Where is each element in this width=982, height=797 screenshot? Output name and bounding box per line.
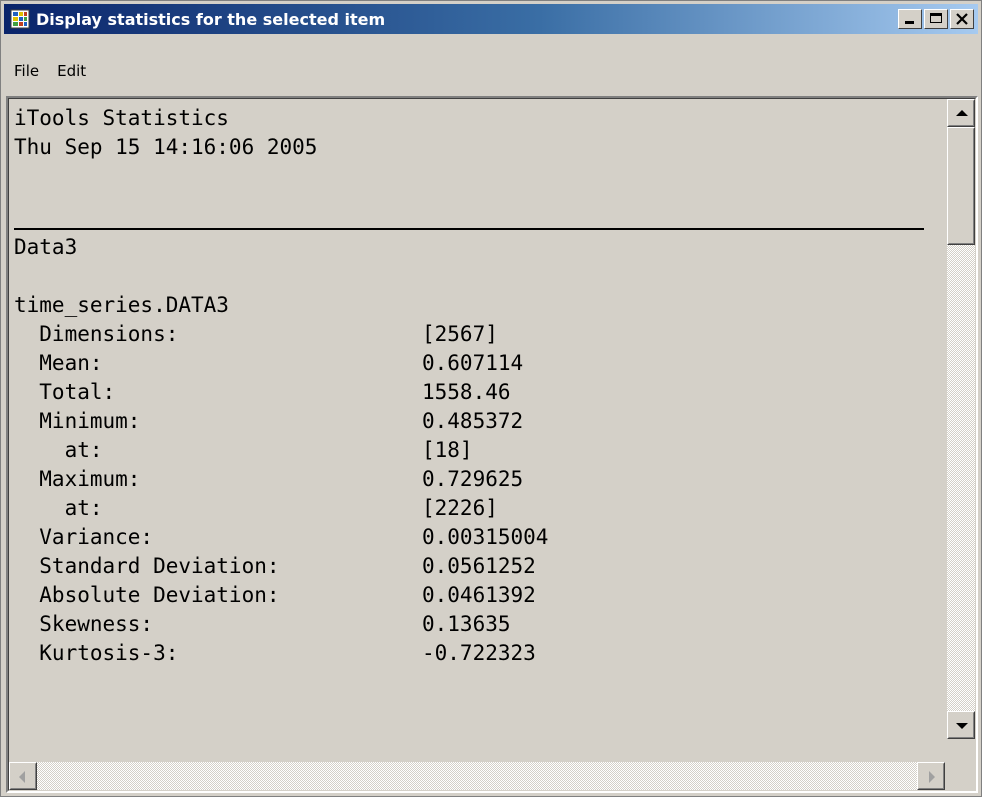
item-name: Data3 [14,235,78,259]
app-icon[interactable] [10,9,30,29]
statistics-text-area[interactable]: iTools Statistics Thu Sep 15 14:16:06 20… [6,96,978,793]
stat-row: at: [2226] [14,494,934,523]
window-controls [898,9,974,29]
stat-value: 0.0561252 [422,554,536,578]
stat-label: at: [14,496,103,520]
stat-row: at: [18] [14,436,934,465]
scrollbar-corner [947,762,975,790]
statistics-content[interactable]: iTools Statistics Thu Sep 15 14:16:06 20… [14,104,934,746]
close-icon [956,13,968,25]
statistics-window: Display statistics for the selected item… [0,0,982,797]
horizontal-scrollbar[interactable] [9,762,945,790]
stat-row: Variance: 0.00315004 [14,523,934,552]
stat-row: Maximum: 0.729625 [14,465,934,494]
stat-value: 0.13635 [422,612,511,636]
vertical-scroll-thumb[interactable] [947,127,975,245]
scroll-up-button[interactable] [947,99,975,127]
stat-value: 0.485372 [422,409,524,433]
stat-value: [2226] [422,496,498,520]
stat-value: -0.722323 [422,641,536,665]
stat-label: at: [14,438,103,462]
arrow-down-icon [956,723,968,729]
stat-value: 0.729625 [422,467,524,491]
stat-row: Absolute Deviation: 0.0461392 [14,581,934,610]
scroll-right-button[interactable] [917,762,945,790]
stat-label: Kurtosis-3: [14,641,179,665]
stat-label: Mean: [14,351,103,375]
stat-value: [2567] [422,322,498,346]
stat-value: 1558.46 [422,380,511,404]
stat-label: Absolute Deviation: [14,583,280,607]
stat-row: Kurtosis-3: -0.722323 [14,639,934,668]
stat-value: 0.607114 [422,351,524,375]
maximize-icon [930,13,942,23]
separator-line [14,228,924,230]
minimize-icon [905,21,914,24]
scroll-down-button[interactable] [947,711,975,739]
series-name: time_series.DATA3 [14,293,229,317]
stat-label: Maximum: [14,467,141,491]
stat-value: 0.00315004 [422,525,549,549]
arrow-right-icon [929,771,935,783]
window-title: Display statistics for the selected item [36,9,386,29]
stat-value: [18] [422,438,473,462]
stat-row: Total: 1558.46 [14,378,934,407]
arrow-up-icon [956,110,968,116]
stat-label: Skewness: [14,612,154,636]
menu-file[interactable]: File [4,62,47,80]
minimize-button[interactable] [898,9,922,29]
title-bar[interactable]: Display statistics for the selected item [4,4,978,34]
stat-row: Standard Deviation: 0.0561252 [14,552,934,581]
stat-value: 0.0461392 [422,583,536,607]
report-heading: iTools Statistics [14,106,229,130]
vertical-scrollbar[interactable] [947,99,975,739]
stat-row: Minimum: 0.485372 [14,407,934,436]
scroll-left-button[interactable] [9,762,37,790]
arrow-left-icon [19,771,25,783]
stats-list: Dimensions: [2567] Mean: 0.607114 Total: 15… [14,320,934,668]
stat-label: Total: [14,380,116,404]
stat-label: Variance: [14,525,154,549]
close-button[interactable] [950,9,974,29]
menu-edit[interactable]: Edit [47,62,94,80]
report-timestamp: Thu Sep 15 14:16:06 2005 [14,135,318,159]
menu-bar: File Edit [4,57,94,85]
stat-label: Dimensions: [14,322,179,346]
maximize-button[interactable] [924,9,948,29]
stat-label: Minimum: [14,409,141,433]
stat-label: Standard Deviation: [14,554,280,578]
stat-row: Mean: 0.607114 [14,349,934,378]
stat-row: Skewness: 0.13635 [14,610,934,639]
stat-row: Dimensions: [2567] [14,320,934,349]
